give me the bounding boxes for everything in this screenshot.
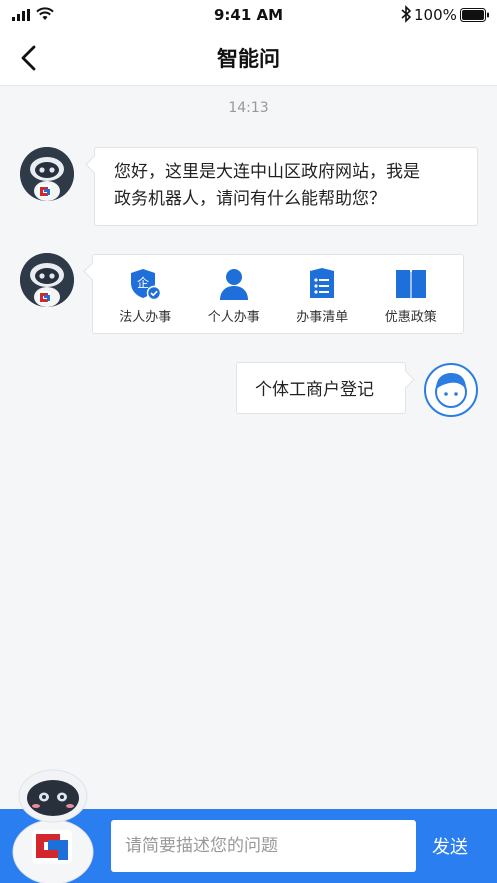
question-input[interactable]	[111, 820, 416, 872]
enterprise-shield-icon: 企	[131, 269, 162, 301]
send-button[interactable]: 发送	[432, 833, 468, 859]
quick-item-checklist[interactable]: 办事清单	[279, 267, 365, 325]
list-icon	[310, 268, 335, 298]
bot-avatar	[20, 253, 74, 307]
greeting-line-2: 政务机器人，请问有什么能帮助您？	[114, 189, 386, 209]
svg-text:企: 企	[137, 275, 149, 290]
page-title: 智能问	[217, 47, 280, 71]
robot-icon	[20, 253, 74, 307]
user-message-bubble: 个体工商户登记	[236, 362, 406, 414]
quick-item-label: 法人办事	[119, 310, 172, 325]
quick-item-policy[interactable]: 优惠政策	[368, 267, 454, 325]
status-bar: 9:41 AM 100%	[0, 0, 497, 30]
bot-avatar	[20, 147, 74, 201]
quick-item-personal[interactable]: 个人办事	[191, 267, 277, 325]
quick-item-label: 办事清单	[296, 310, 349, 325]
quick-menu-bubble: 企 法人办事 个人办事 办事清单 优惠政策	[92, 254, 464, 334]
quick-item-legal-entity[interactable]: 企 法人办事	[102, 267, 188, 325]
person-icon	[219, 269, 248, 300]
quick-menu: 企 法人办事 个人办事 办事清单 优惠政策	[93, 255, 463, 325]
greeting-line-1: 您好，这里是大连中山区政府网站，我是	[114, 162, 420, 182]
bot-greeting-text: 您好，这里是大连中山区政府网站，我是 政务机器人，请问有什么能帮助您？	[95, 148, 477, 213]
quick-item-label: 优惠政策	[384, 310, 437, 325]
battery-percent: 100%	[414, 6, 457, 24]
bluetooth-icon	[401, 5, 412, 23]
book-icon	[395, 270, 426, 298]
nav-bar: 智能问	[0, 30, 497, 86]
bot-greeting-bubble: 您好，这里是大连中山区政府网站，我是 政务机器人，请问有什么能帮助您？	[94, 147, 478, 226]
user-avatar	[424, 363, 478, 417]
chat-timestamp: 14:13	[228, 100, 269, 116]
quick-item-label: 个人办事	[207, 310, 260, 325]
robot-icon	[20, 147, 74, 201]
user-message-text: 个体工商户登记	[255, 380, 374, 400]
user-face-icon	[435, 373, 467, 408]
battery-icon	[460, 8, 489, 22]
robot-mascot-icon[interactable]	[8, 766, 100, 883]
